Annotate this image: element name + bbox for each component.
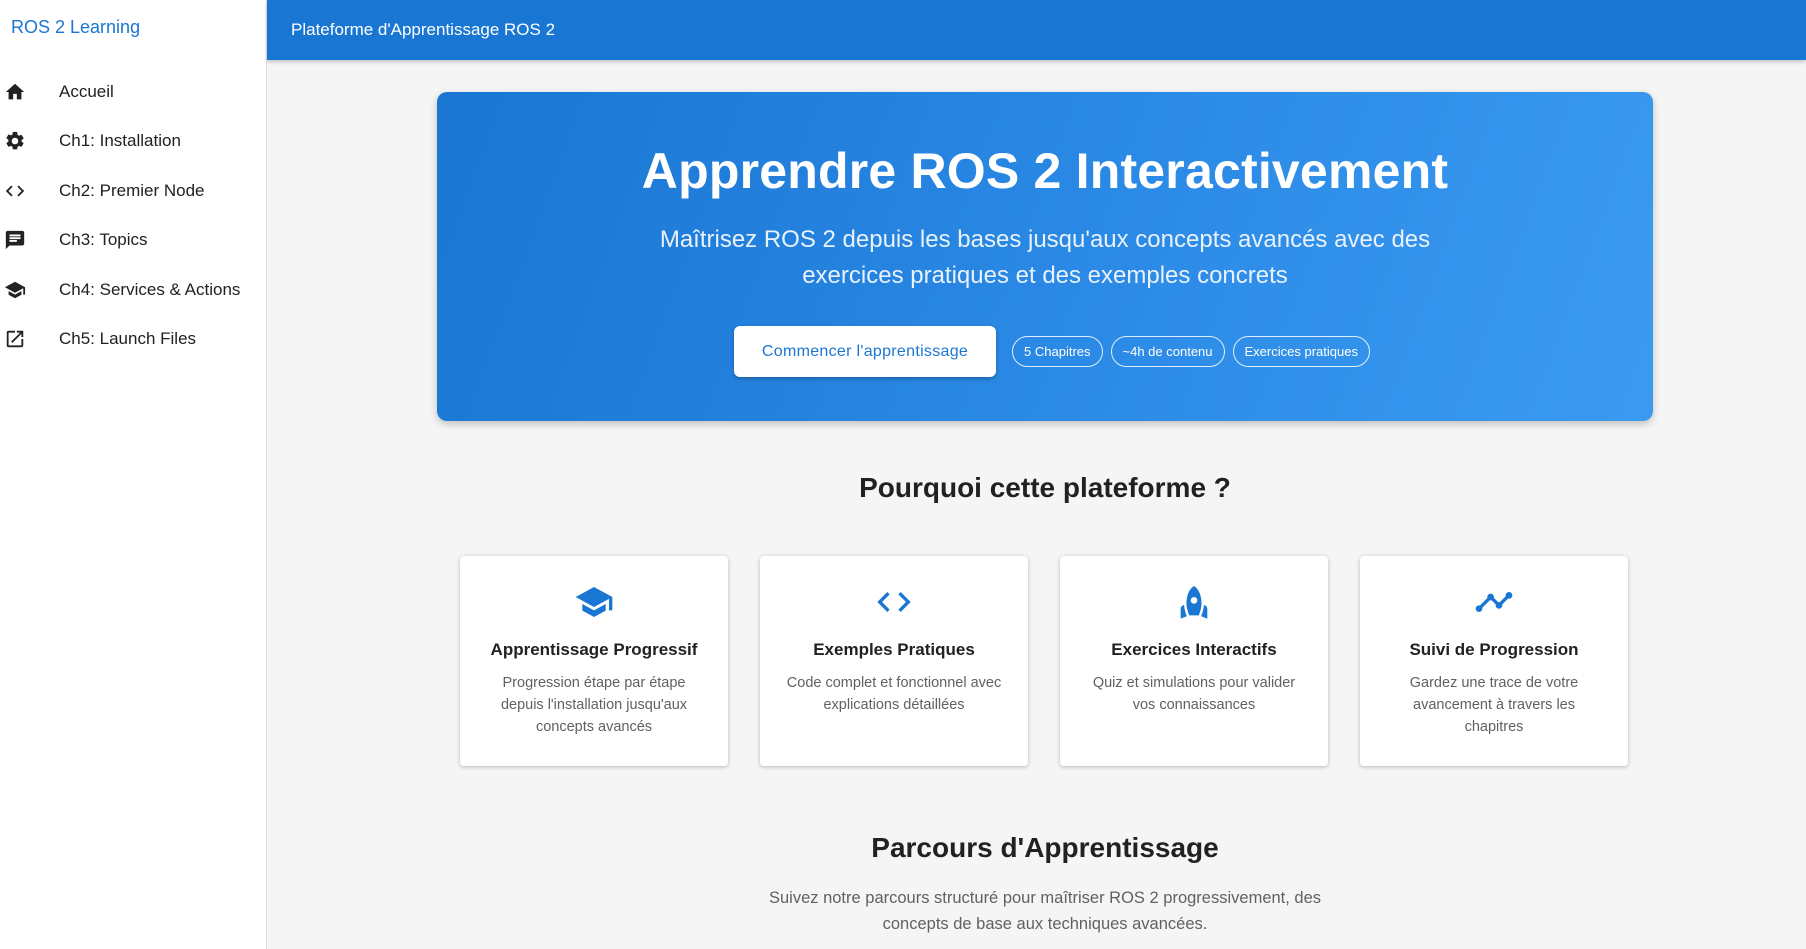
sidebar-nav: Accueil Ch1: Installation Ch2: Premier N… [0, 55, 266, 364]
hero-banner: Apprendre ROS 2 Interactivement Maîtrise… [437, 92, 1653, 421]
open-in-new-icon [4, 328, 26, 350]
learning-path-description: Suivez notre parcours structuré pour maî… [768, 889, 1322, 933]
sidebar-item-launch-files[interactable]: Ch5: Launch Files [0, 315, 266, 365]
feature-card: Exemples Pratiques Code complet et fonct… [760, 556, 1028, 766]
code-icon [4, 180, 26, 202]
chip-exercises: Exercices pratiques [1232, 336, 1370, 367]
sidebar-item-topics[interactable]: Ch3: Topics [0, 216, 266, 266]
card-title: Apprentissage Progressif [490, 640, 698, 659]
sidebar-item-label: Ch4: Services & Actions [59, 279, 241, 299]
feature-card: Exercices Interactifs Quiz et simulation… [1060, 556, 1328, 766]
sidebar-item-label: Ch3: Topics [59, 230, 148, 250]
brand-title[interactable]: ROS 2 Learning [0, 0, 266, 55]
feature-card: Apprentissage Progressif Progression éta… [460, 556, 728, 766]
sidebar-item-accueil[interactable]: Accueil [0, 67, 266, 117]
card-title: Exercices Interactifs [1111, 640, 1277, 659]
sidebar-item-label: Ch1: Installation [59, 131, 181, 151]
app-bar: Plateforme d'Apprentissage ROS 2 [267, 0, 1806, 60]
card-text: Code complet et fonctionnel avec explica… [786, 675, 1002, 713]
card-title: Exemples Pratiques [813, 640, 975, 659]
sidebar-item-services-actions[interactable]: Ch4: Services & Actions [0, 265, 266, 315]
features-heading: Pourquoi cette plateforme ? [859, 472, 1231, 503]
sidebar-item-installation[interactable]: Ch1: Installation [0, 117, 266, 167]
chat-icon [4, 229, 26, 251]
school-icon [460, 584, 728, 620]
main-content: Apprendre ROS 2 Interactivement Maîtrise… [267, 60, 1806, 949]
home-icon [4, 81, 26, 103]
card-text: Quiz et simulations pour valider vos con… [1092, 675, 1296, 713]
hero-title: Apprendre ROS 2 Interactivement [641, 143, 1449, 199]
card-title: Suivi de Progression [1409, 640, 1579, 659]
chip-chapters: 5 Chapitres [1012, 336, 1103, 367]
sidebar-item-premier-node[interactable]: Ch2: Premier Node [0, 166, 266, 216]
school-icon [4, 279, 26, 301]
learning-path-heading: Parcours d'Apprentissage [871, 832, 1219, 863]
gear-icon [4, 130, 26, 152]
hero-subtitle: Maîtrisez ROS 2 depuis les bases jusqu'a… [659, 226, 1431, 289]
feature-cards: Apprentissage Progressif Progression éta… [460, 556, 1628, 766]
feature-card: Suivi de Progression Gardez une trace de… [1360, 556, 1628, 766]
card-text: Progression étape par étape depuis l'ins… [500, 675, 688, 735]
sidebar: ROS 2 Learning Accueil Ch1: Installation… [0, 0, 267, 949]
start-learning-button[interactable]: Commencer l'apprentissage [734, 326, 997, 377]
code-icon [760, 584, 1028, 620]
card-text: Gardez une trace de votre avancement à t… [1409, 675, 1579, 735]
trending-icon [1360, 584, 1628, 620]
page-title: Plateforme d'Apprentissage ROS 2 [291, 20, 556, 39]
rocket-icon [1060, 584, 1328, 620]
sidebar-item-label: Accueil [59, 81, 114, 101]
sidebar-item-label: Ch5: Launch Files [59, 329, 197, 349]
sidebar-item-label: Ch2: Premier Node [59, 180, 205, 200]
hero-actions: Commencer l'apprentissage 5 Chapitres ~4… [437, 326, 1653, 377]
chip-duration: ~4h de contenu [1110, 336, 1225, 367]
